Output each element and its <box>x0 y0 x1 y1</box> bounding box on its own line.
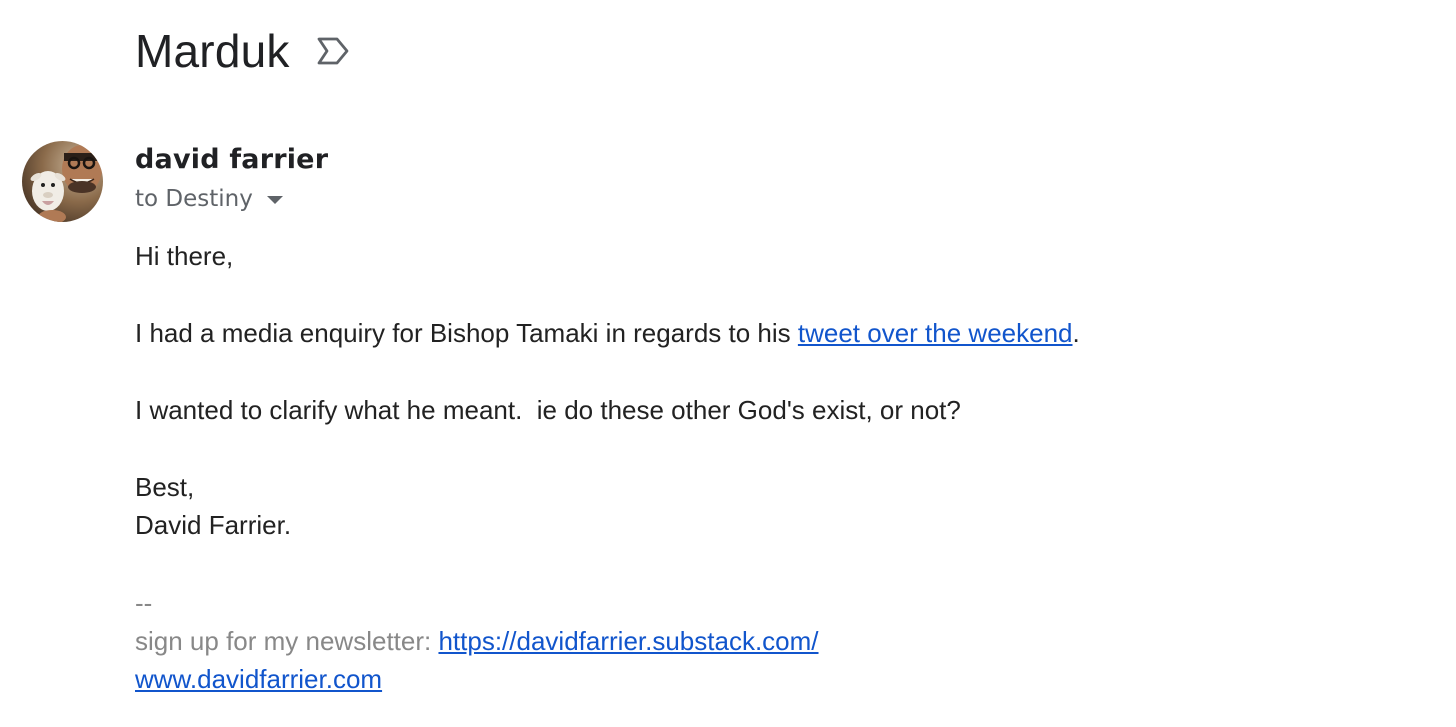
signature-separator: -- <box>135 588 153 618</box>
signature-website: www.davidfarrier.com <box>135 664 382 695</box>
paragraph-enquiry-end: . <box>1072 318 1080 348</box>
website-link[interactable]: www.davidfarrier.com <box>135 664 382 694</box>
subject-header: Marduk <box>135 24 350 78</box>
label-important-icon[interactable] <box>316 36 350 66</box>
paragraph-enquiry-text: I had a media enquiry for Bishop Tamaki … <box>135 318 798 348</box>
paragraph-enquiry: I had a media enquiry for Bishop Tamaki … <box>135 318 1080 349</box>
tweet-link[interactable]: tweet over the weekend <box>798 318 1073 348</box>
recipient-label: to Destiny <box>135 186 253 212</box>
recipient-details-toggle[interactable]: to Destiny <box>135 186 283 212</box>
greeting-line: Hi there, <box>135 241 234 271</box>
signature-newsletter: sign up for my newsletter: https://david… <box>135 626 819 657</box>
newsletter-label: sign up for my newsletter: <box>135 626 439 656</box>
signoff-name: David Farrier. <box>135 510 292 540</box>
caret-down-icon[interactable] <box>266 196 283 204</box>
closing-line: Best, <box>135 472 195 502</box>
sender-name[interactable]: david farrier <box>135 144 328 175</box>
newsletter-link[interactable]: https://davidfarrier.substack.com/ <box>438 626 818 656</box>
sender-avatar[interactable] <box>22 141 103 222</box>
email-subject: Marduk <box>135 25 290 77</box>
paragraph-clarify: I wanted to clarify what he meant. ie do… <box>135 395 961 425</box>
